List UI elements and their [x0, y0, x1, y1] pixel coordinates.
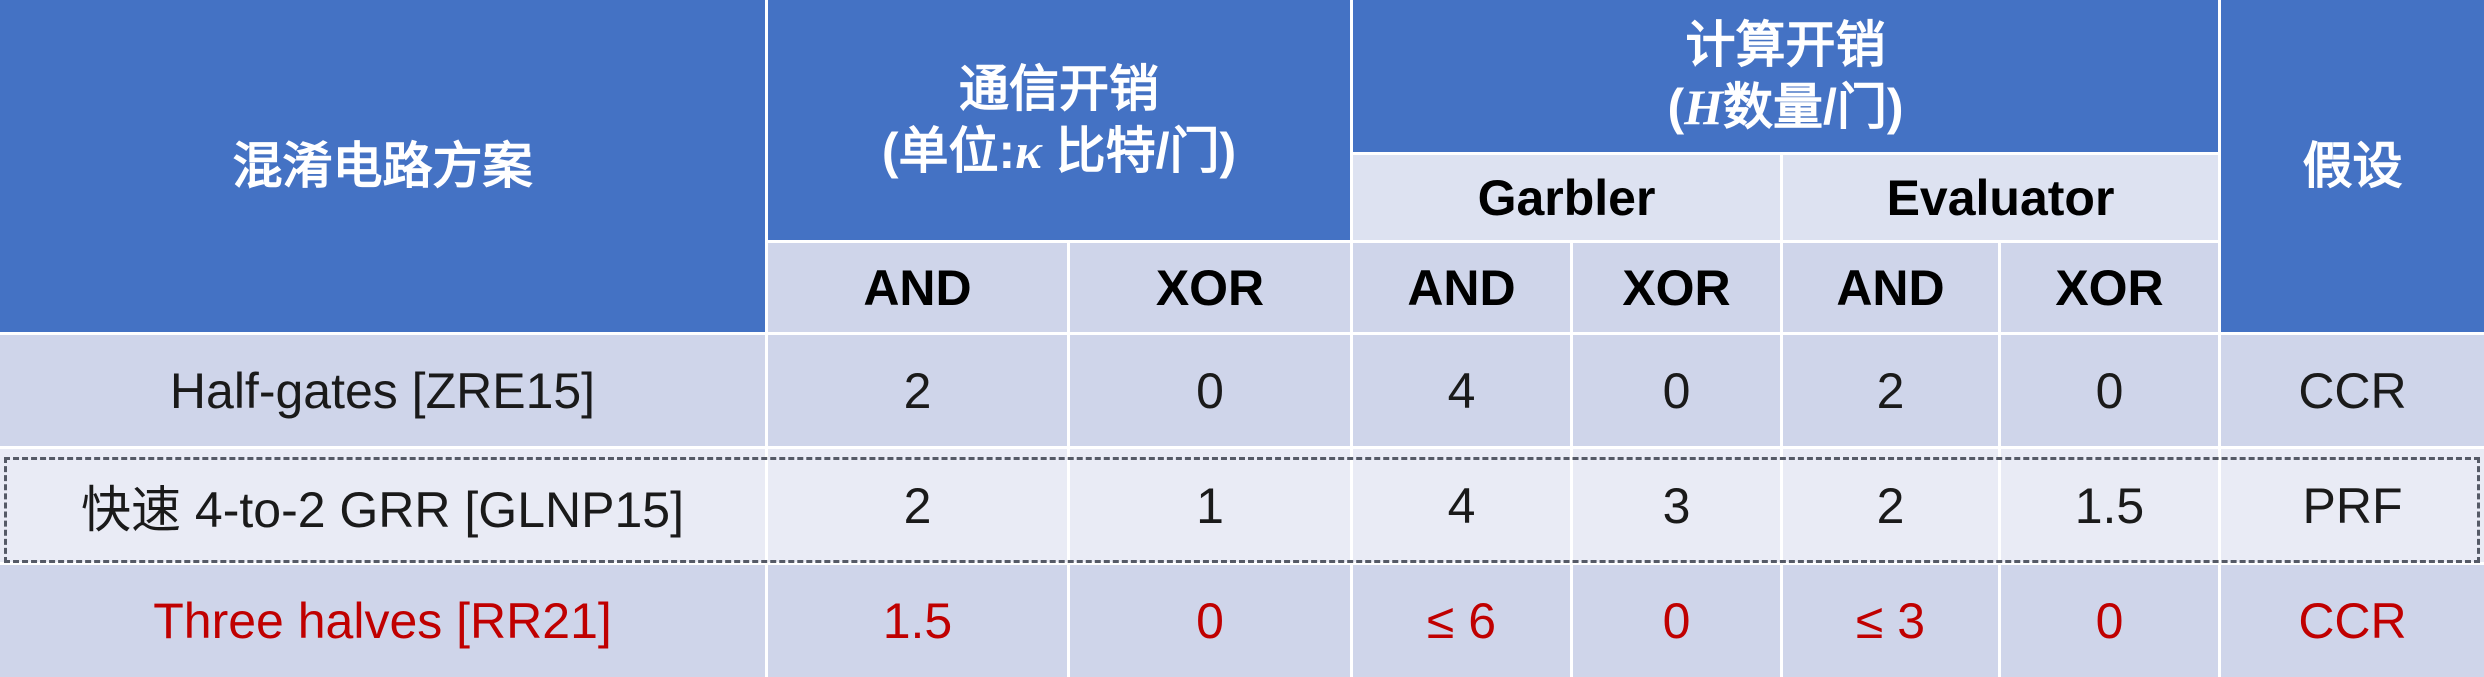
row2-assumption: PRF [2221, 449, 2484, 565]
comp-title: 计算开销 [1685, 17, 1886, 73]
row1-evaluator-xor: 0 [2001, 335, 2221, 449]
row1-comm-and: 2 [768, 335, 1070, 449]
row2-garbler-xor: 3 [1573, 449, 1783, 565]
header-scheme: 混淆电路方案 [0, 0, 768, 335]
row3-assumption: CCR [2221, 565, 2484, 677]
row2-comm-and: 2 [768, 449, 1070, 565]
header-garbler-and: AND [1353, 243, 1573, 335]
header-evaluator: Evaluator [1783, 155, 2221, 243]
row3-evaluator-xor: 0 [2001, 565, 2221, 677]
header-garbler-xor: XOR [1573, 243, 1783, 335]
header-evaluator-and: AND [1783, 243, 2001, 335]
header-communication-cost: 通信开销 (单位:κ 比特/门) [768, 0, 1353, 243]
row3-comm-and: 1.5 [768, 565, 1070, 677]
row2-garbler-and: 4 [1353, 449, 1573, 565]
row1-garbler-and: 4 [1353, 335, 1573, 449]
row3-garbler-xor: 0 [1573, 565, 1783, 677]
row2-evaluator-and: 2 [1783, 449, 2001, 565]
row1-assumption: CCR [2221, 335, 2484, 449]
row1-comm-xor: 0 [1070, 335, 1353, 449]
row3-evaluator-and: ≤ 3 [1783, 565, 2001, 677]
comp-unit: (H数量/门) [1667, 79, 1904, 135]
header-scheme-label: 混淆电路方案 [232, 138, 533, 194]
header-evaluator-xor: XOR [2001, 243, 2221, 335]
header-assumption-label: 假设 [2302, 138, 2403, 194]
row3-scheme: Three halves [RR21] [0, 565, 768, 677]
row3-garbler-and: ≤ 6 [1353, 565, 1573, 677]
header-comm-xor: XOR [1070, 243, 1353, 335]
row1-scheme: Half-gates [ZRE15] [0, 335, 768, 449]
comm-unit: (单位:κ 比特/门) [881, 123, 1237, 179]
header-computation-cost: 计算开销 (H数量/门) [1353, 0, 2221, 155]
header-garbler: Garbler [1353, 155, 1783, 243]
row1-garbler-xor: 0 [1573, 335, 1783, 449]
row2-comm-xor: 1 [1070, 449, 1353, 565]
header-assumption: 假设 [2221, 0, 2484, 335]
header-comm-and: AND [768, 243, 1070, 335]
row2-scheme: 快速 4-to-2 GRR [GLNP15] [0, 449, 768, 565]
row1-evaluator-and: 2 [1783, 335, 2001, 449]
row2-evaluator-xor: 1.5 [2001, 449, 2221, 565]
comm-title: 通信开销 [959, 61, 1159, 117]
row3-comm-xor: 0 [1070, 565, 1353, 677]
